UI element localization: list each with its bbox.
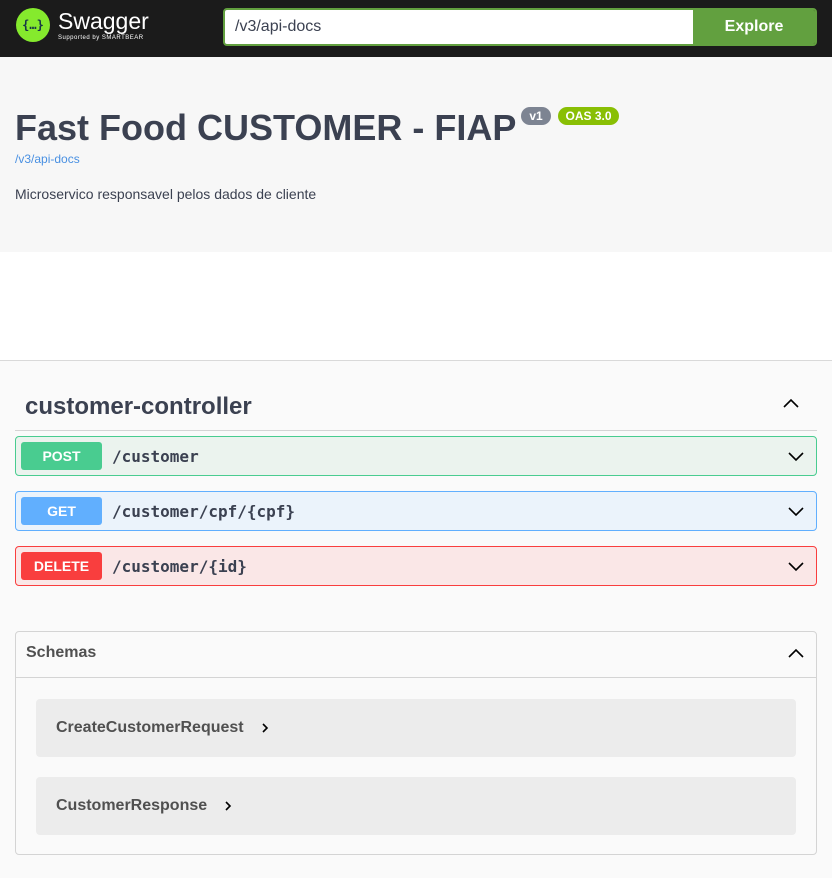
operation-path: /customer/{id} bbox=[112, 556, 247, 576]
chevron-down-icon[interactable] bbox=[786, 501, 806, 521]
method-badge-get: GET bbox=[21, 497, 102, 525]
logo-subtitle: Supported by SMARTBEAR bbox=[58, 35, 144, 41]
method-badge-post: POST bbox=[21, 442, 102, 470]
operation-delete-customer-id[interactable]: DELETE /customer/{id} bbox=[15, 546, 817, 586]
scheme-container bbox=[0, 252, 832, 360]
divider bbox=[0, 360, 832, 361]
method-badge-delete: DELETE bbox=[21, 552, 102, 580]
model-name: CustomerResponse bbox=[56, 797, 208, 814]
swagger-logo[interactable]: {…} Swagger Supported by SMARTBEAR bbox=[16, 8, 149, 42]
chevron-right-icon[interactable] bbox=[221, 799, 235, 813]
tag-title: customer-controller bbox=[25, 393, 252, 420]
version-badge: v1 bbox=[521, 107, 551, 125]
top-bar: {…} Swagger Supported by SMARTBEAR Explo… bbox=[0, 0, 832, 57]
schemas-title: Schemas bbox=[26, 644, 97, 661]
explore-button[interactable]: Explore bbox=[693, 10, 815, 44]
model-name: CreateCustomerRequest bbox=[56, 719, 244, 736]
logo-name: Swagger bbox=[58, 8, 149, 34]
schemas-header[interactable]: Schemas bbox=[16, 632, 816, 678]
info-section: Fast Food CUSTOMER - FIAP v1 OAS 3.0 /v3… bbox=[0, 57, 832, 252]
chevron-up-icon[interactable] bbox=[781, 394, 801, 414]
schema-model-create-customer-request[interactable]: CreateCustomerRequest bbox=[36, 699, 796, 757]
chevron-down-icon[interactable] bbox=[786, 556, 806, 576]
chevron-down-icon[interactable] bbox=[786, 446, 806, 466]
logo-text: Swagger Supported by SMARTBEAR bbox=[58, 9, 149, 41]
url-form: Explore bbox=[223, 8, 817, 46]
url-input[interactable] bbox=[225, 10, 693, 44]
operation-path: /customer bbox=[112, 446, 199, 466]
operation-post-customer[interactable]: POST /customer bbox=[15, 436, 817, 476]
oas-badge: OAS 3.0 bbox=[558, 107, 619, 125]
schemas-section: Schemas CreateCustomerRequest CustomerRe… bbox=[15, 631, 817, 855]
api-description: Microservico responsavel pelos dados de … bbox=[15, 186, 317, 202]
page-title: Fast Food CUSTOMER - FIAP bbox=[15, 107, 517, 148]
swagger-braces-icon: {…} bbox=[16, 8, 50, 42]
operation-path: /customer/cpf/{cpf} bbox=[112, 501, 296, 521]
chevron-right-icon[interactable] bbox=[258, 721, 272, 735]
operation-get-customer-cpf[interactable]: GET /customer/cpf/{cpf} bbox=[15, 491, 817, 531]
api-docs-link[interactable]: /v3/api-docs bbox=[15, 152, 80, 166]
tag-section-header[interactable]: customer-controller bbox=[15, 380, 817, 431]
schema-model-customer-response[interactable]: CustomerResponse bbox=[36, 777, 796, 835]
chevron-up-icon[interactable] bbox=[786, 644, 806, 664]
